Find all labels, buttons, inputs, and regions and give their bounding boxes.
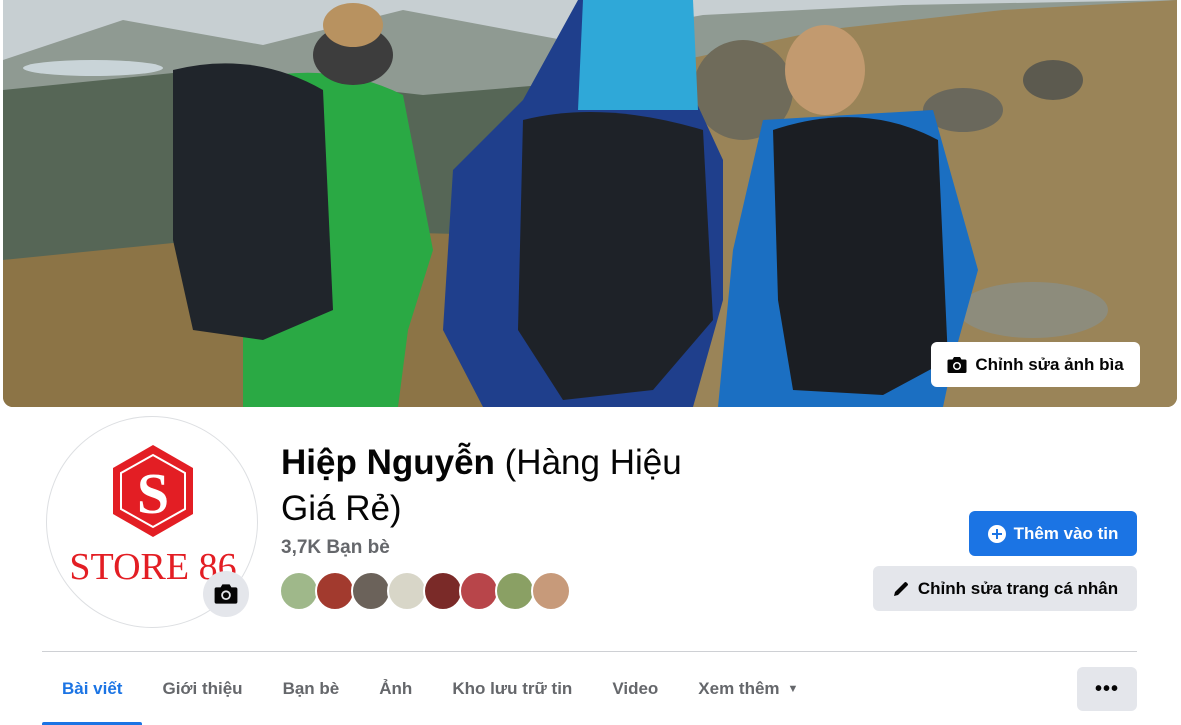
more-options-button[interactable]: ••• [1077, 667, 1137, 711]
caret-down-icon: ▼ [787, 682, 799, 695]
friend-avatar[interactable] [495, 571, 535, 611]
cover-photo[interactable]: Chỉnh sửa ảnh bìa [3, 0, 1177, 407]
svg-text:S: S [137, 461, 169, 526]
camera-icon [214, 584, 238, 604]
friends-count-link[interactable]: 3,7K Bạn bè [281, 537, 390, 559]
profile-name-block: Hiệp Nguyễn (Hàng Hiệu Giá Rẻ) [281, 440, 761, 532]
ellipsis-icon: ••• [1094, 677, 1119, 700]
profile-name-sub: (Hàng Hiệu [504, 443, 682, 482]
profile-name: Hiệp Nguyễn (Hàng Hiệu Giá Rẻ) [281, 440, 761, 532]
friend-avatar[interactable] [279, 571, 319, 611]
profile-name-sub-2: Giá Rẻ) [281, 489, 402, 528]
friend-avatars [279, 571, 579, 611]
edit-profile-button[interactable]: Chỉnh sửa trang cá nhân [873, 566, 1137, 611]
friend-avatar[interactable] [531, 571, 571, 611]
tab-posts[interactable]: Bài viết [42, 652, 143, 725]
add-to-story-button[interactable]: Thêm vào tin [969, 511, 1137, 556]
tab-story-archive-label: Kho lưu trữ tin [452, 678, 573, 698]
profile-name-main: Hiệp Nguyễn [281, 443, 495, 482]
tab-more[interactable]: Xem thêm ▼ [678, 652, 818, 725]
profile-page: Chỉnh sửa ảnh bìa S STORE 86 Hiệp Nguyễn… [0, 0, 1181, 725]
add-to-story-label: Thêm vào tin [1013, 523, 1119, 543]
tab-friends-label: Bạn bè [282, 678, 340, 698]
update-avatar-button[interactable] [203, 571, 249, 617]
tab-videos-label: Video [612, 678, 659, 698]
edit-profile-label: Chỉnh sửa trang cá nhân [917, 578, 1119, 598]
pencil-icon [893, 581, 908, 596]
tab-posts-label: Bài viết [62, 678, 123, 698]
tab-about[interactable]: Giới thiệu [142, 652, 262, 725]
camera-icon [947, 356, 967, 373]
tab-about-label: Giới thiệu [162, 678, 243, 698]
tab-story-archive[interactable]: Kho lưu trữ tin [432, 652, 592, 725]
tab-photos[interactable]: Ảnh [359, 652, 432, 725]
plus-circle-icon [987, 524, 1006, 543]
friend-avatar[interactable] [351, 571, 391, 611]
friend-avatar[interactable] [387, 571, 427, 611]
friend-avatar[interactable] [315, 571, 355, 611]
tab-more-label: Xem thêm [698, 678, 780, 698]
tab-friends[interactable]: Bạn bè [263, 652, 360, 725]
friend-avatar[interactable] [459, 571, 499, 611]
edit-cover-button[interactable]: Chỉnh sửa ảnh bìa [931, 342, 1140, 387]
tab-videos[interactable]: Video [592, 652, 678, 725]
tab-photos-label: Ảnh [379, 678, 413, 698]
edit-cover-label: Chỉnh sửa ảnh bìa [975, 354, 1124, 374]
profile-tabs: Bài viết Giới thiệu Bạn bè Ảnh Kho lưu t… [42, 652, 818, 725]
friend-avatar[interactable] [423, 571, 463, 611]
